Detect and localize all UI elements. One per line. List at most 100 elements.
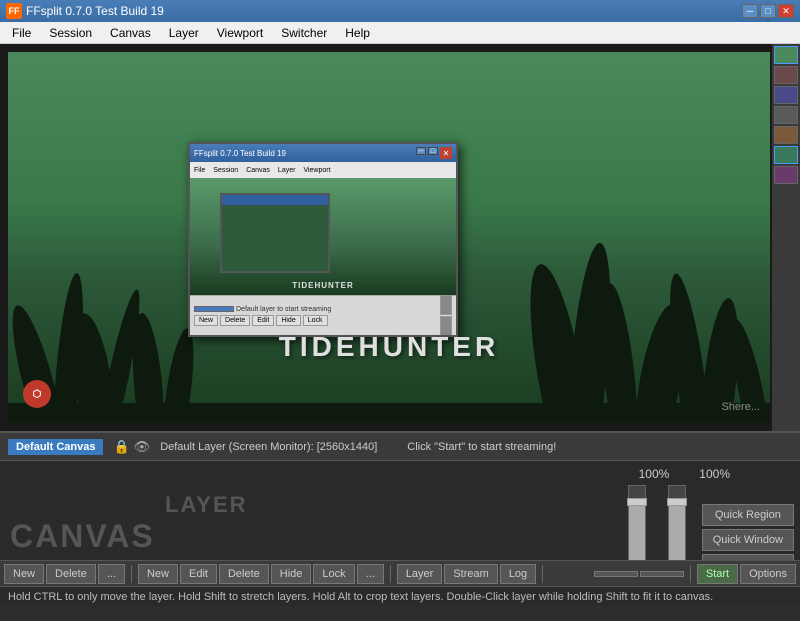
inner-bottom-panel: Default layer to start streaming New Del…	[190, 295, 456, 335]
quick-window-button[interactable]: Quick Window	[702, 529, 794, 551]
layer-big-label-container: LAYER	[165, 492, 248, 518]
info-bar: Default Canvas 🔒 👁 Default Layer (Screen…	[0, 433, 800, 461]
layer-info-text: Default Layer (Screen Monitor): [2560x14…	[160, 441, 377, 453]
watermark-text: Shere...	[721, 401, 760, 413]
lock-icon[interactable]: 🔒	[113, 439, 129, 455]
menu-bar: File Session Canvas Layer Viewport Switc…	[0, 22, 800, 44]
layer-lock-button[interactable]: Lock	[313, 564, 354, 584]
mic-volume-track[interactable]	[668, 485, 686, 560]
inner-menu-session: Session	[213, 167, 238, 174]
layer-tab-button[interactable]: Layer	[397, 564, 443, 584]
toolbar-separator-3	[542, 565, 543, 583]
mic-mute-button[interactable]	[640, 571, 684, 577]
thumbnail-1[interactable]	[774, 46, 798, 64]
out-mute-button[interactable]	[594, 571, 638, 577]
maximize-button[interactable]: □	[760, 4, 776, 18]
layer-more-button[interactable]: ...	[357, 564, 384, 584]
out-volume-track[interactable]	[628, 485, 646, 560]
mic-volume-fill	[669, 502, 685, 560]
inner-hide-btn[interactable]: Hide	[276, 315, 300, 326]
controls-row: OUT MIC Quick Region Quick Window	[616, 481, 800, 560]
inner-status: Default layer to start streaming	[236, 306, 331, 313]
menu-viewport[interactable]: Viewport	[209, 24, 271, 42]
layer-delete-button[interactable]: Delete	[219, 564, 269, 584]
innermost-window	[220, 193, 330, 273]
grass-background: FFsplit 0.7.0 Test Build 19 ─ □ ✕ File S…	[8, 52, 770, 423]
innermost-titlebar	[222, 195, 328, 205]
tidehunter-heading: TIDEHUNTER	[8, 331, 770, 363]
eye-icon[interactable]: 👁	[134, 439, 151, 455]
inner-maximize-btn[interactable]: □	[428, 147, 438, 155]
right-bottom-section: 100% 100% OUT	[616, 461, 800, 560]
quick-region-button[interactable]: Quick Region	[702, 504, 794, 526]
status-bar: Hold CTRL to only move the layer. Hold S…	[0, 586, 800, 606]
start-button[interactable]: Start	[697, 564, 738, 584]
options-button[interactable]: Options	[740, 564, 796, 584]
canvas-new-button[interactable]: New	[4, 564, 44, 584]
left-labels: CANVAS	[0, 461, 155, 560]
menu-switcher[interactable]: Switcher	[273, 24, 335, 42]
inner-menu-viewport: Viewport	[303, 167, 330, 174]
layer-edit-button[interactable]: Edit	[180, 564, 217, 584]
thumbnail-7[interactable]	[774, 166, 798, 184]
menu-layer[interactable]: Layer	[161, 24, 207, 42]
title-bar-title: FFsplit 0.7.0 Test Build 19	[26, 4, 164, 18]
canvas-more-button[interactable]: ...	[98, 564, 125, 584]
canvas-big-label: CANVAS	[10, 520, 145, 552]
thumbnail-5[interactable]	[774, 126, 798, 144]
inner-menu-canvas: Canvas	[246, 167, 270, 174]
inner-delete-btn[interactable]: Delete	[220, 315, 250, 326]
inner-close-btn[interactable]: ✕	[440, 147, 452, 159]
app-icon: FF	[6, 3, 22, 19]
menu-session[interactable]: Session	[41, 24, 100, 42]
lock-icon-area: 🔒 👁	[113, 439, 150, 455]
streaming-hint-text: Click "Start" to start streaming!	[407, 441, 556, 453]
quick-text-button[interactable]: Quick Text	[702, 554, 794, 560]
canvas-area: FFsplit 0.7.0 Test Build 19 ─ □ ✕ File S…	[0, 44, 800, 431]
canvas-label: Default Canvas	[8, 439, 103, 455]
sliders-area: OUT MIC	[616, 481, 695, 560]
inner-slider-out[interactable]	[440, 295, 452, 315]
inner-canvas-preview: TIDEHUNTER	[190, 178, 456, 295]
menu-help[interactable]: Help	[337, 24, 378, 42]
thumbnail-4[interactable]	[774, 106, 798, 124]
title-bar: FF FFsplit 0.7.0 Test Build 19 ─ □ ✕	[0, 0, 800, 22]
menu-canvas[interactable]: Canvas	[102, 24, 159, 42]
bottom-panel: Default Canvas 🔒 👁 Default Layer (Screen…	[0, 431, 800, 606]
inner-minimize-btn[interactable]: ─	[416, 147, 426, 155]
minimize-button[interactable]: ─	[742, 4, 758, 18]
log-tab-button[interactable]: Log	[500, 564, 536, 584]
mic-volume-thumb[interactable]	[667, 498, 687, 506]
mic-slider-container: MIC	[667, 485, 685, 560]
out-volume-thumb[interactable]	[627, 498, 647, 506]
layer-new-button[interactable]: New	[138, 564, 178, 584]
out-pct-label: 100%	[639, 467, 670, 481]
inner-new-btn[interactable]: New	[194, 315, 218, 326]
inner-progress	[194, 306, 234, 312]
inner-menu-layer: Layer	[278, 167, 296, 174]
inner-window-title: FFsplit 0.7.0 Test Build 19	[194, 149, 286, 158]
mic-pct-label: 100%	[699, 467, 730, 481]
inner-window: FFsplit 0.7.0 Test Build 19 ─ □ ✕ File S…	[188, 142, 458, 337]
bottom-toolbar: New Delete ... New Edit Delete Hide Lock…	[0, 560, 800, 586]
thumbnail-6[interactable]	[774, 146, 798, 164]
inner-edit-btn[interactable]: Edit	[252, 315, 274, 326]
inner-mini-menu: File Session Canvas Layer Viewport	[190, 162, 456, 178]
quick-buttons: Quick Region Quick Window Quick Text	[696, 496, 800, 560]
layer-hide-button[interactable]: Hide	[271, 564, 312, 584]
menu-file[interactable]: File	[4, 24, 39, 42]
out-slider-container: OUT	[626, 485, 647, 560]
close-button[interactable]: ✕	[778, 4, 794, 18]
mini-tidehunter-text: TIDEHUNTER	[190, 281, 456, 290]
innermost-content	[222, 205, 328, 271]
thumbnail-3[interactable]	[774, 86, 798, 104]
bottom-content: CANVAS LAYER 100% 100%	[0, 461, 800, 560]
inner-lock-btn[interactable]: Lock	[303, 315, 328, 326]
inner-menu-file: File	[194, 167, 205, 174]
canvas-delete-button[interactable]: Delete	[46, 564, 96, 584]
thumbnail-2[interactable]	[774, 66, 798, 84]
stream-tab-button[interactable]: Stream	[444, 564, 497, 584]
out-volume-fill	[629, 502, 645, 560]
title-bar-left: FF FFsplit 0.7.0 Test Build 19	[6, 3, 164, 19]
canvas-viewport: FFsplit 0.7.0 Test Build 19 ─ □ ✕ File S…	[8, 52, 770, 423]
